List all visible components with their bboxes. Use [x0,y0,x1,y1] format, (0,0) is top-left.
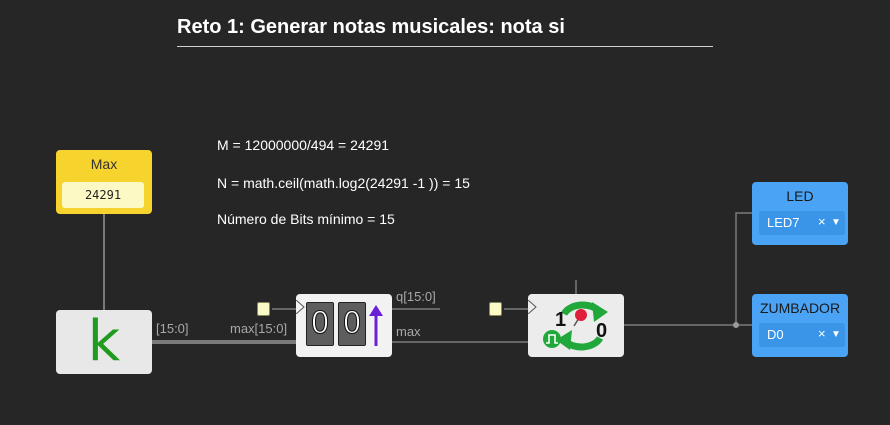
counter-input-pin[interactable] [257,302,270,316]
counter-digit-1: 0 [306,302,334,346]
wire-label-k-out: [15:0] [156,321,189,336]
constant-block-title: Max [90,156,118,172]
clock-input-icon [528,300,537,314]
constant-block-max[interactable]: Max 24291 [56,150,152,214]
up-arrow-icon [369,305,383,346]
constant-value-field[interactable]: 24291 [62,182,144,208]
prescaler-input-pin[interactable] [489,302,502,316]
pin-select-zumbador[interactable]: D0 × ▼ [759,323,845,347]
pin-select-value: LED7 [767,215,800,230]
wire-to-led [735,212,752,325]
pushpin-icon [573,309,587,327]
clock-input-icon [296,300,305,314]
chevron-down-icon[interactable]: ▼ [831,217,841,228]
output-block-led[interactable]: LED LED7 × ▼ [752,182,848,245]
chevron-down-icon[interactable]: ▼ [831,329,841,340]
pin-select-value: D0 [767,327,784,342]
counter-digit-2: 0 [338,302,366,346]
wire-label-counter-q-out: q[15:0] [396,289,436,304]
wire-label-counter-max-in: max[15:0] [230,321,288,336]
output-block-zumbador[interactable]: ZUMBADOR D0 × ▼ [752,294,848,357]
counter-block[interactable]: 0 0 [296,294,392,357]
wire-label-counter-max-out: max [396,324,421,339]
pin-select-led[interactable]: LED7 × ▼ [759,211,845,235]
k-glyph: k [87,309,121,374]
output-block-title: ZUMBADOR [759,300,841,316]
prescaler-right-label: 0 [596,320,608,342]
pulse-icon [543,330,561,348]
wire-junction [733,322,739,328]
output-block-title: LED [786,188,814,204]
prescaler-block[interactable]: 1 0 [528,294,624,357]
clear-icon[interactable]: × [818,326,826,341]
clear-icon[interactable]: × [818,214,826,229]
k-block[interactable]: k [56,310,152,374]
